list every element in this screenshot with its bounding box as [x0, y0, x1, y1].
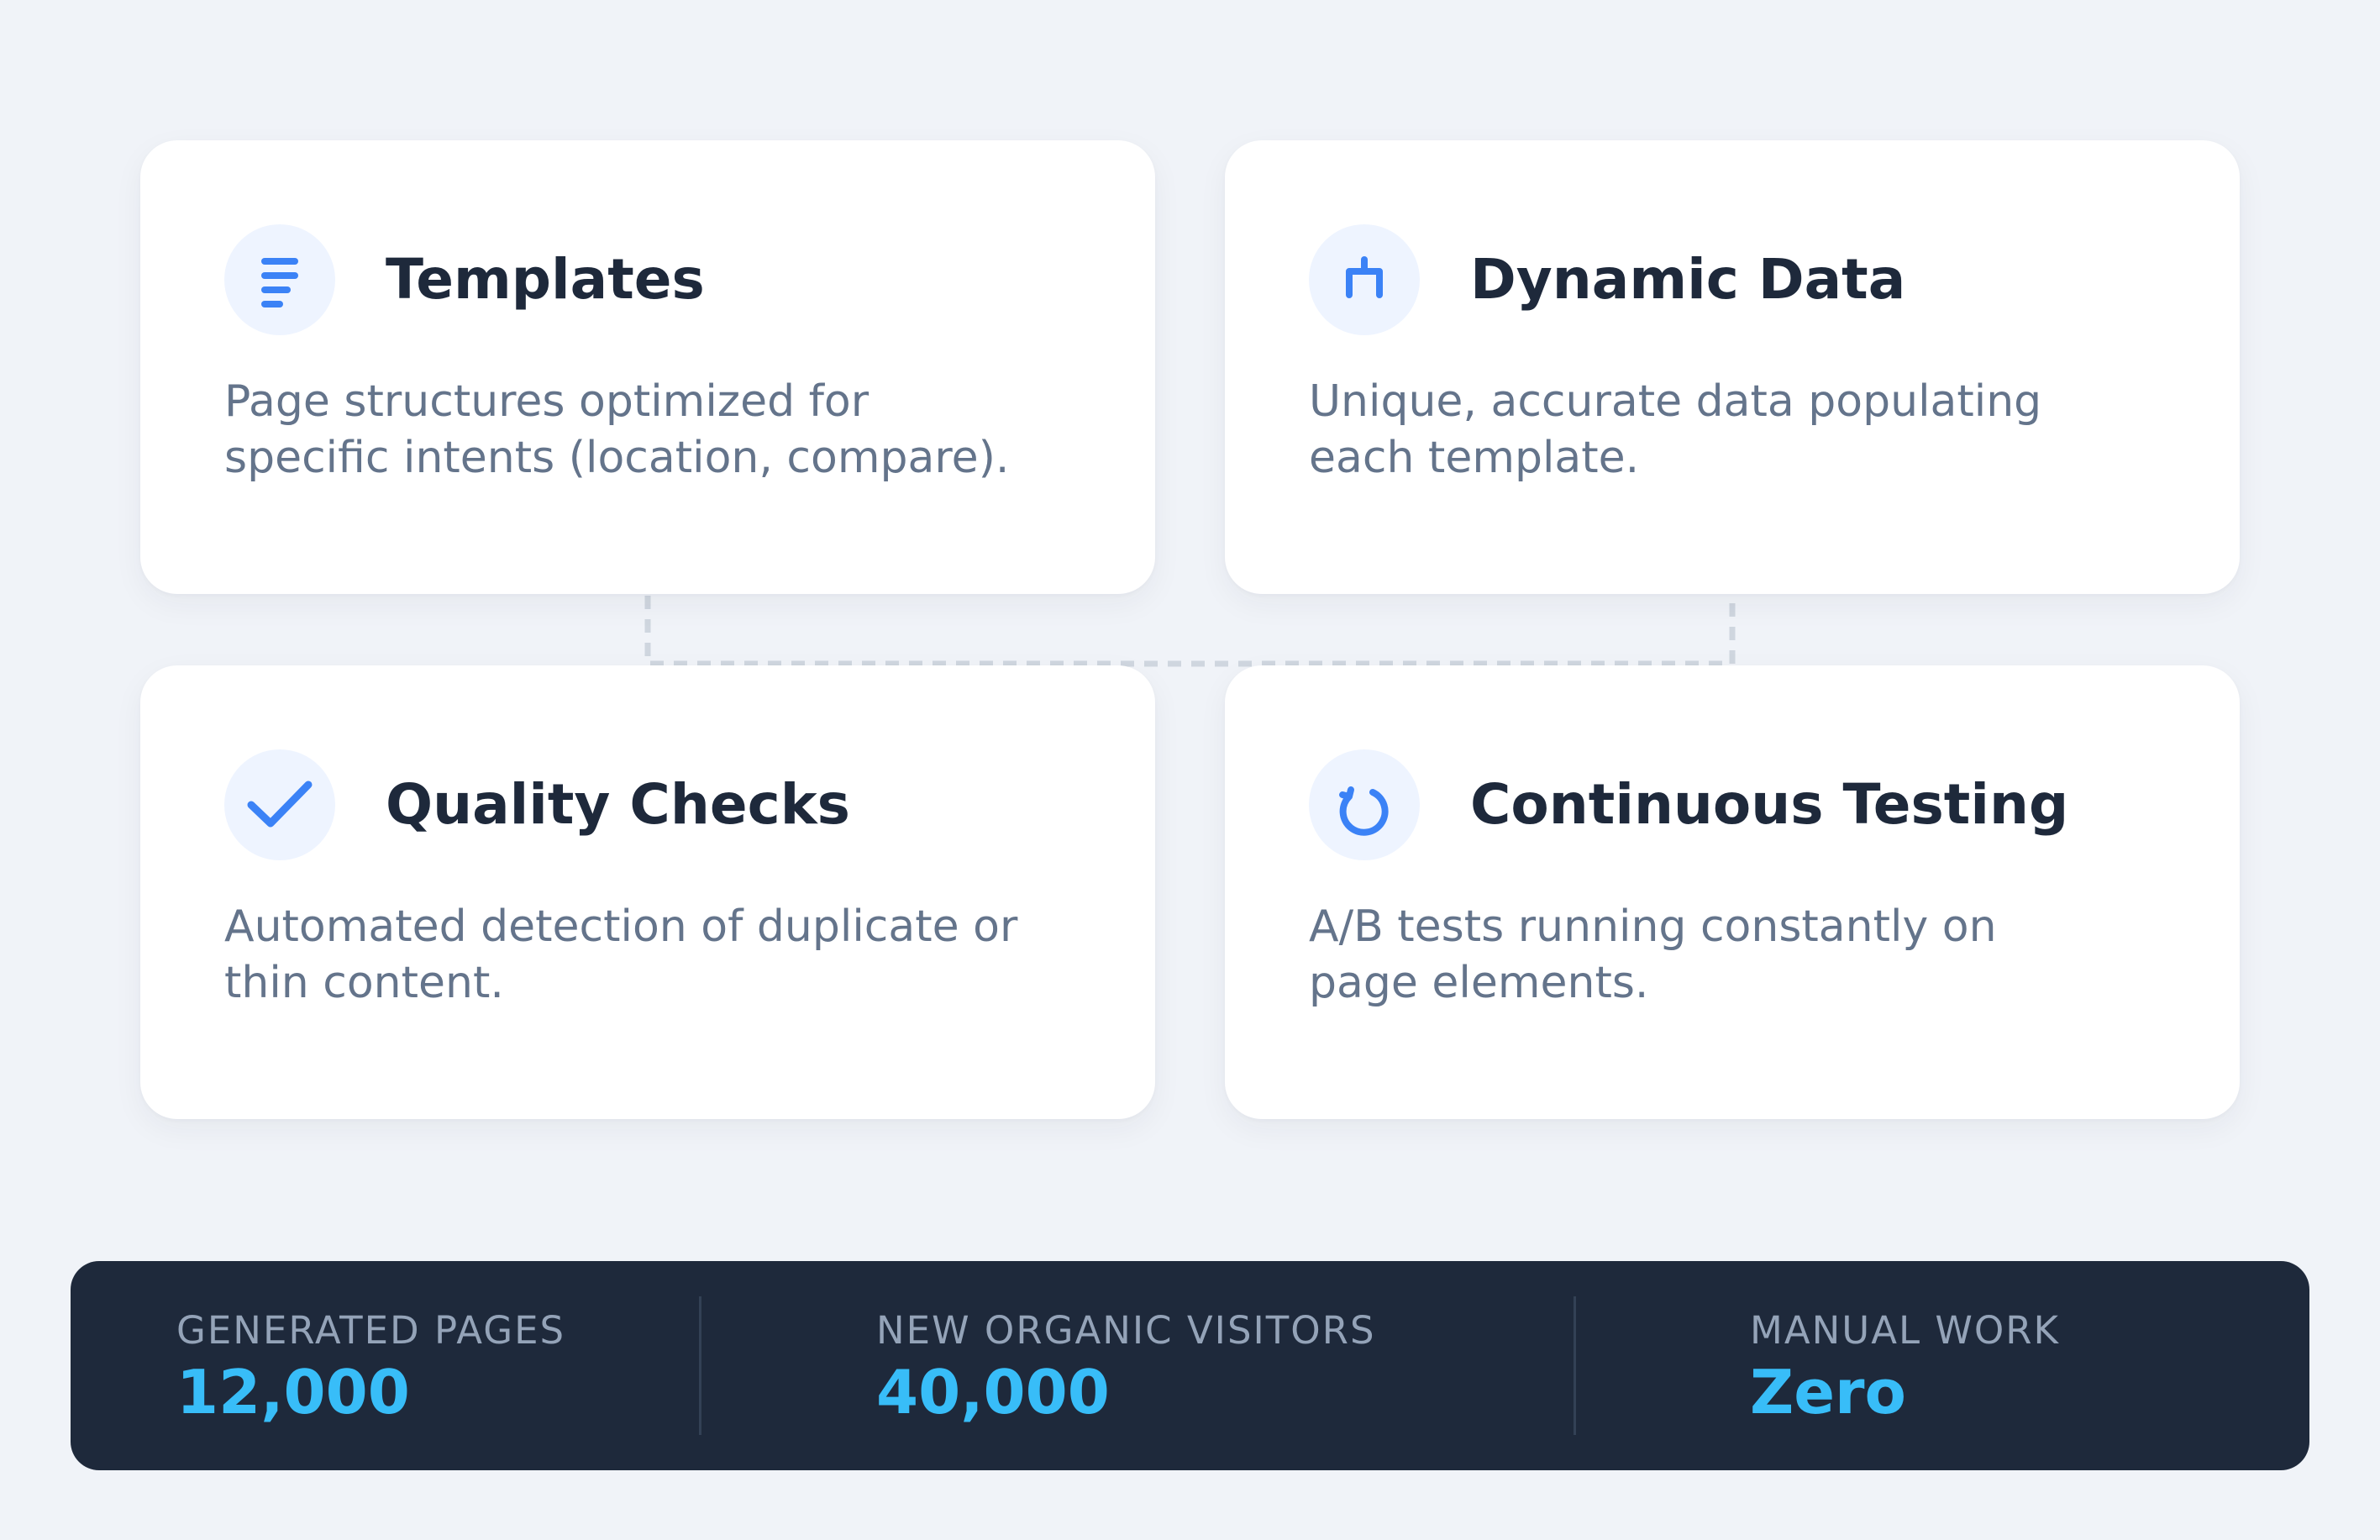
stat-manual-work: MANUAL WORK Zero — [1750, 1308, 2060, 1426]
card-title: Continuous Testing — [1470, 772, 2069, 837]
list-icon — [224, 224, 335, 335]
card-title: Dynamic Data — [1470, 247, 1906, 312]
check-icon — [224, 749, 335, 860]
stat-new-organic-visitors: NEW ORGANIC VISITORS 40,000 — [876, 1308, 1376, 1426]
feature-card-quality-checks: Quality Checks Automated detection of du… — [140, 665, 1155, 1119]
stat-label: MANUAL WORK — [1750, 1308, 2061, 1353]
card-description: Unique, accurate data populating each te… — [1309, 376, 2042, 483]
plug-icon — [1309, 224, 1420, 335]
stat-value: 12,000 — [176, 1357, 410, 1427]
feature-card-templates: Templates Page structures optimized for … — [140, 140, 1155, 594]
stat-label: NEW ORGANIC VISITORS — [876, 1308, 1376, 1353]
stat-divider — [699, 1296, 701, 1435]
card-description: Automated detection of duplicate or thin… — [224, 901, 1018, 1008]
stat-label: GENERATED PAGES — [176, 1308, 566, 1353]
feature-card-continuous-testing: Continuous Testing A/B tests running con… — [1225, 665, 2240, 1119]
stat-value: 40,000 — [876, 1357, 1110, 1427]
stats-bar: GENERATED PAGES 12,000 NEW ORGANIC VISIT… — [71, 1261, 2309, 1470]
card-title: Quality Checks — [386, 772, 850, 837]
stat-generated-pages: GENERATED PAGES 12,000 — [176, 1308, 565, 1426]
card-title: Templates — [386, 247, 705, 312]
card-description: A/B tests running constantly on page ele… — [1309, 901, 1997, 1008]
stat-value: Zero — [1750, 1357, 1907, 1427]
feature-card-dynamic-data: Dynamic Data Unique, accurate data popul… — [1225, 140, 2240, 594]
card-description: Page structures optimized for specific i… — [224, 376, 1010, 483]
stat-divider — [1574, 1296, 1576, 1435]
refresh-icon — [1309, 749, 1420, 860]
